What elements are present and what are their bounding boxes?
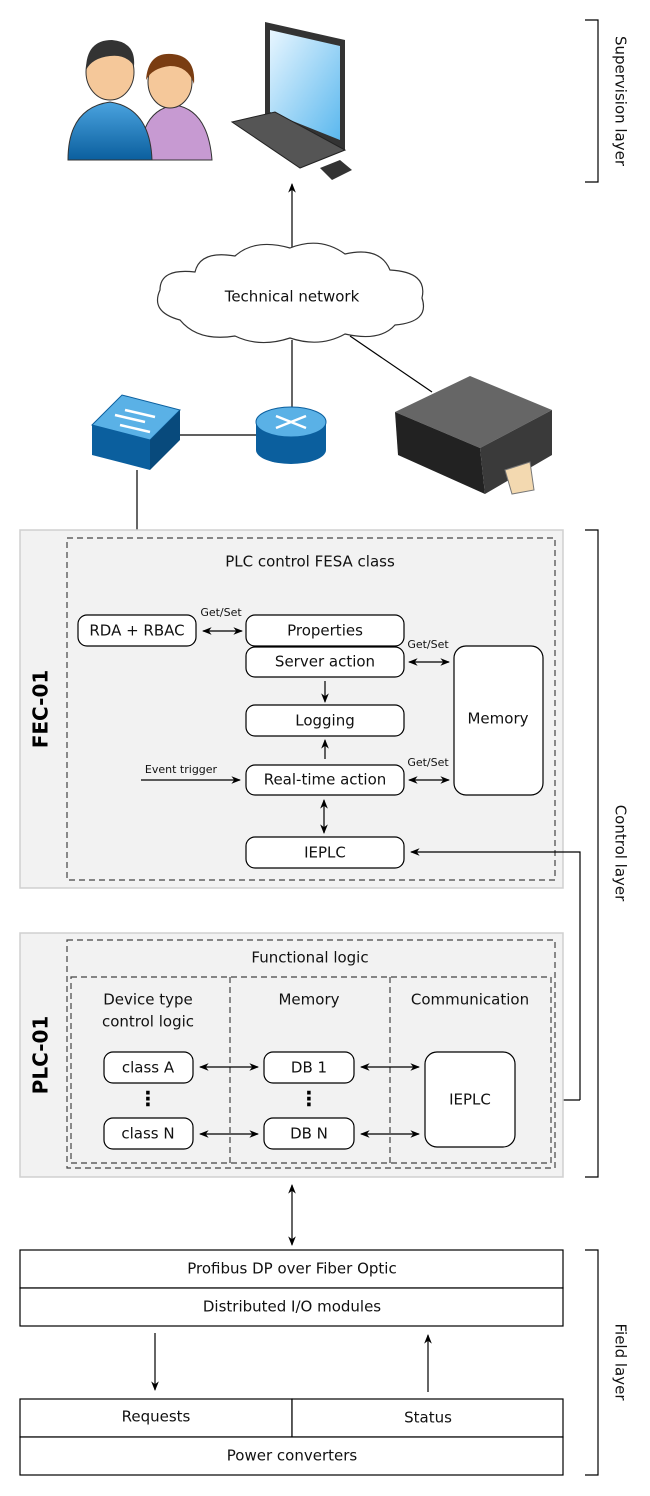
rda-rbac-label: RDA + RBAC	[89, 622, 184, 640]
communication-heading: Communication	[411, 991, 529, 1009]
plc-ieplc-label: IEPLC	[449, 1091, 491, 1109]
io-modules-label: Distributed I/O modules	[203, 1298, 381, 1316]
field-layer-bracket	[585, 1249, 599, 1476]
get-set-label: Get/Set	[200, 606, 242, 619]
supervision-layer-bracket	[585, 19, 599, 183]
server-icon	[395, 376, 552, 495]
class-n-label: class N	[121, 1125, 174, 1143]
requests-label: Requests	[122, 1408, 191, 1426]
control-logic-heading: control logic	[102, 1013, 194, 1031]
technical-network-cloud: Technical network	[156, 242, 424, 344]
fesa-class-title: PLC control FESA class	[225, 553, 395, 571]
fec-ieplc-label: IEPLC	[304, 844, 346, 862]
db1-label: DB 1	[291, 1059, 327, 1077]
supervision-layer-label: Supervision layer	[612, 36, 630, 167]
get-set-label: Get/Set	[407, 756, 449, 769]
properties-label: Properties	[287, 622, 363, 640]
logging-label: Logging	[295, 712, 355, 730]
network-switch-icon	[91, 394, 181, 470]
class-a-label: class A	[122, 1059, 175, 1077]
computer-icon	[230, 22, 352, 180]
control-layer-bracket	[585, 529, 599, 1178]
server-action-label: Server action	[275, 653, 375, 671]
power-converters-label: Power converters	[227, 1447, 358, 1465]
ellipsis-dots: ⋮	[138, 1087, 158, 1111]
event-trigger-label: Event trigger	[145, 763, 218, 776]
device-type-heading: Device type	[103, 991, 193, 1009]
control-layer-label: Control layer	[612, 805, 630, 902]
router-icon	[255, 406, 327, 464]
functional-logic-title: Functional logic	[251, 949, 368, 967]
plc-memory-heading: Memory	[278, 991, 339, 1009]
status-label: Status	[404, 1409, 452, 1427]
dbn-label: DB N	[290, 1125, 328, 1143]
architecture-diagram: Technical network Supervision layer FEC-…	[19, 19, 630, 1476]
fec-name: FEC-01	[29, 670, 53, 749]
users-icon	[67, 40, 213, 161]
cloud-server-link	[349, 335, 433, 393]
profibus-label: Profibus DP over Fiber Optic	[187, 1260, 396, 1278]
ellipsis-dots: ⋮	[299, 1087, 319, 1111]
realtime-action-label: Real-time action	[264, 771, 387, 789]
cloud-label: Technical network	[224, 288, 360, 306]
field-layer-label: Field layer	[612, 1323, 630, 1401]
get-set-label: Get/Set	[407, 638, 449, 651]
memory-label: Memory	[467, 710, 528, 728]
plc-name: PLC-01	[29, 1016, 53, 1095]
